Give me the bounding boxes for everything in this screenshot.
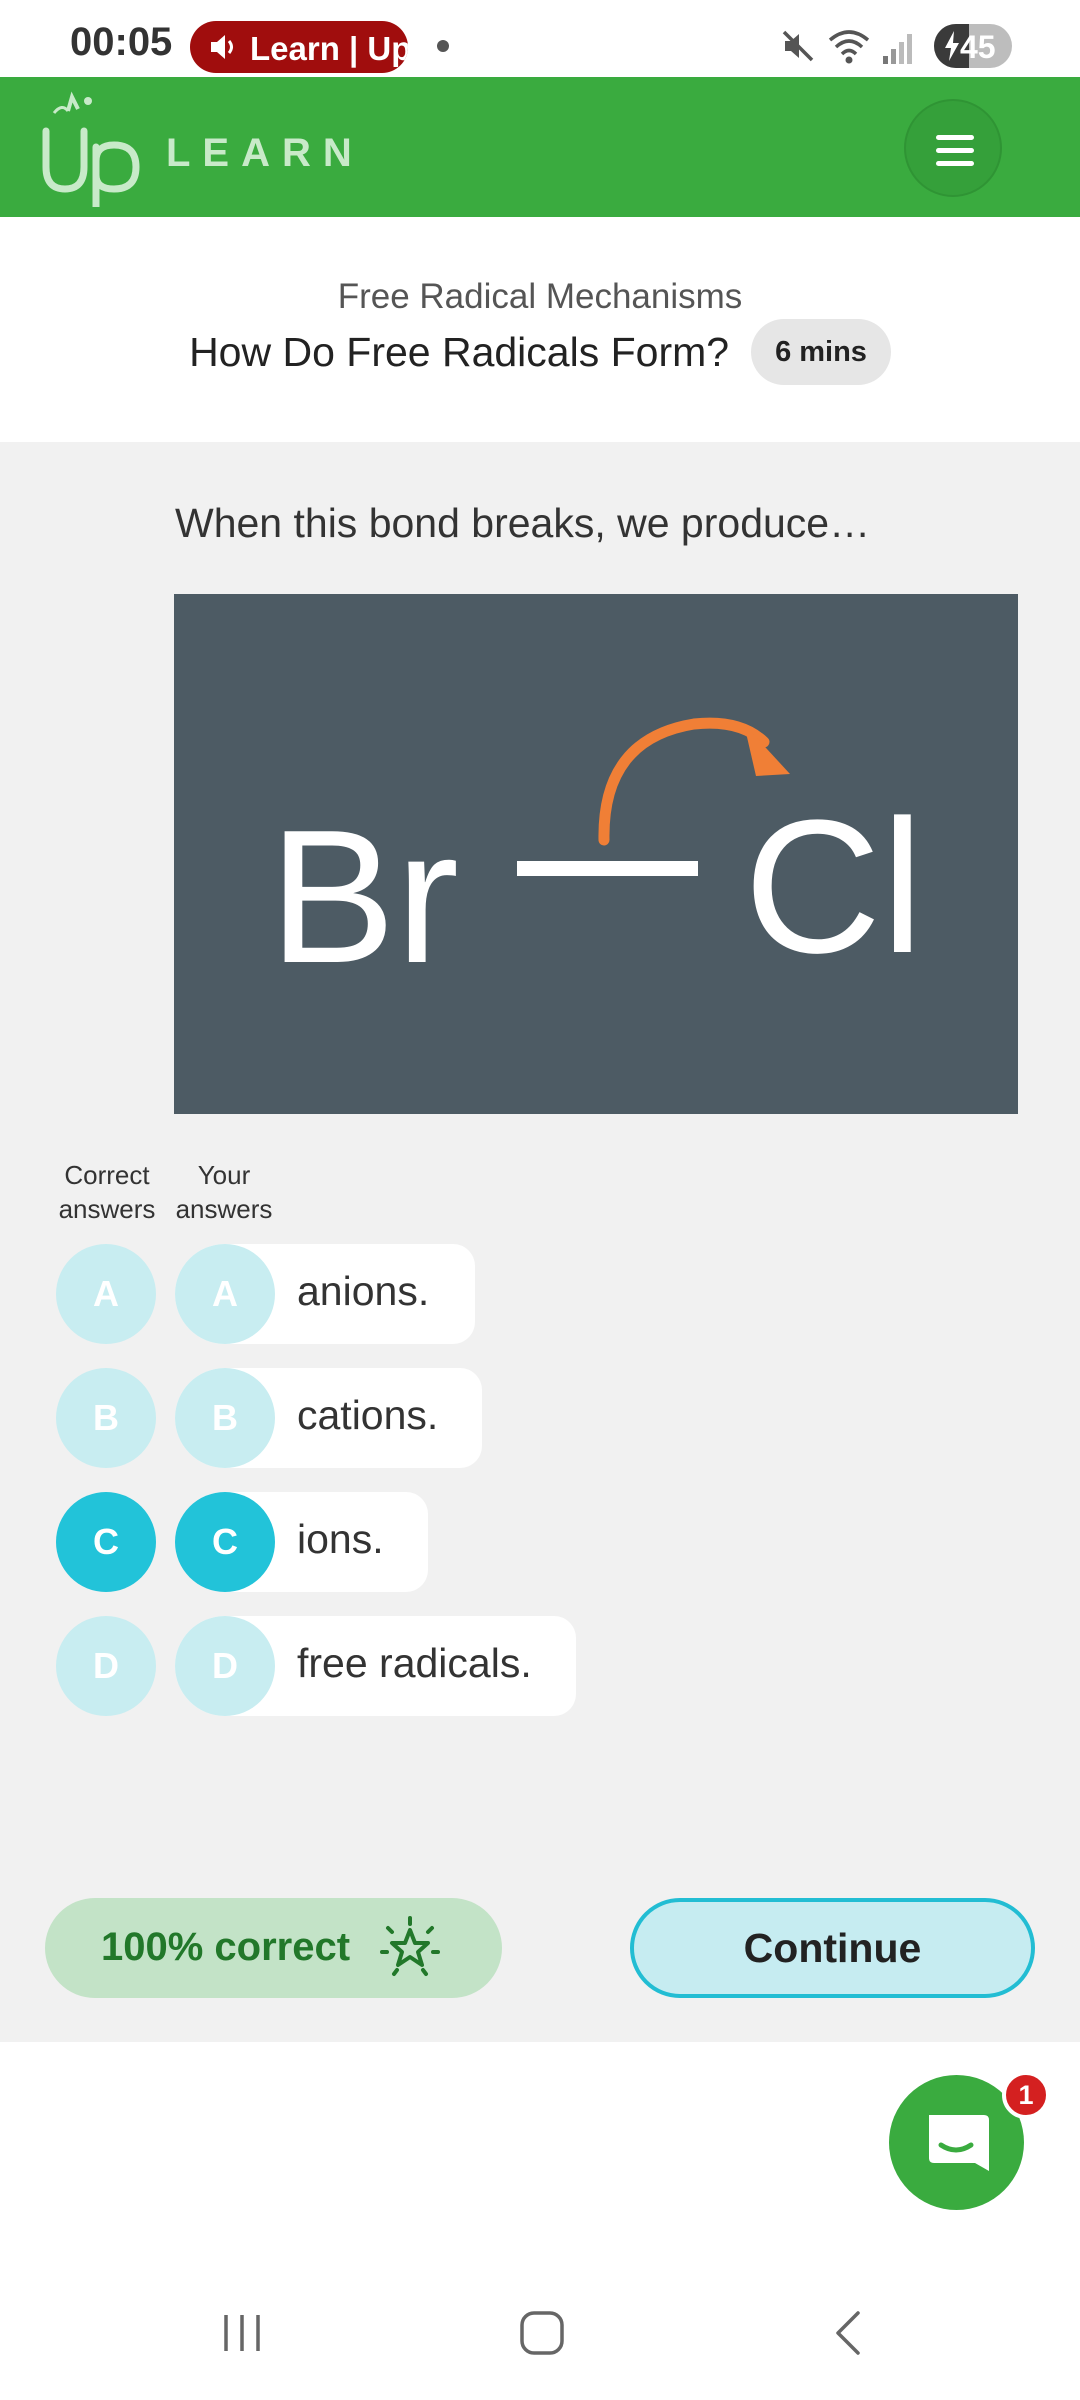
lesson-subtitle: Free Radical Mechanisms <box>337 277 743 316</box>
logo-word: LEARN <box>166 131 364 175</box>
answer-text-d: free radicals. <box>297 1640 532 1686</box>
speaker-icon <box>211 35 233 59</box>
score-badge: 100% correct <box>45 1898 502 1998</box>
uplearn-logo[interactable]: Up LEARN <box>40 89 380 211</box>
bond-diagram: Br Cl <box>269 717 923 1003</box>
your-answers-header: Your answers <box>175 1160 273 1224</box>
correct-marker-a: A <box>56 1244 156 1344</box>
answer-option-a: A A anions. <box>0 1244 1080 1344</box>
score-label: 100% correct <box>101 1925 351 1969</box>
wifi-icon <box>828 30 870 64</box>
back-icon[interactable] <box>826 2309 874 2357</box>
lesson-header: Free Radical Mechanisms How Do Free Radi… <box>0 217 1080 442</box>
menu-button[interactable] <box>904 99 1002 197</box>
chat-unread-badge: 1 <box>1002 2071 1050 2119</box>
battery-charging-icon <box>945 31 959 61</box>
your-marker-b: B <box>175 1368 275 1468</box>
right-atom-label: Cl <box>744 781 923 993</box>
system-nav-bar <box>0 2265 1080 2400</box>
question-area: When this bond breaks, we produce… Br Cl… <box>0 442 1080 2042</box>
your-marker-d: D <box>175 1616 275 1716</box>
notification-dot <box>437 40 449 52</box>
your-marker-a: A <box>175 1244 275 1344</box>
left-atom-label: Br <box>269 791 459 1003</box>
answer-option-c: C C ions. <box>0 1492 1080 1592</box>
bond-line <box>517 861 698 876</box>
signal-icon <box>883 34 912 64</box>
logo-prefix-text: Up <box>40 89 41 90</box>
mute-icon <box>782 30 814 62</box>
question-image: Br Cl <box>174 594 1018 1114</box>
status-bar: 00:05 Learn | Up 45 <box>0 0 1080 77</box>
status-icons <box>780 0 1080 77</box>
lesson-title: How Do Free Radicals Form? <box>189 328 730 375</box>
answer-choice-c[interactable]: C ions. <box>175 1492 428 1592</box>
status-time: 00:05 <box>70 20 173 64</box>
star-burst-icon <box>380 1916 440 1976</box>
answer-text-c: ions. <box>297 1516 384 1562</box>
correct-answers-header: Correct answers <box>58 1160 156 1224</box>
your-marker-c: C <box>175 1492 275 1592</box>
continue-button[interactable]: Continue <box>630 1898 1035 1998</box>
correct-marker-d: D <box>56 1616 156 1716</box>
question-prompt: When this bond breaks, we produce… <box>175 500 871 546</box>
media-pill-label: Learn | Up <box>250 30 408 67</box>
answer-choice-d[interactable]: D free radicals. <box>175 1616 576 1716</box>
app-header: Up LEARN <box>0 77 1080 217</box>
media-pill[interactable]: Learn | Up <box>190 21 408 73</box>
correct-marker-b: B <box>56 1368 156 1468</box>
answer-text-a: anions. <box>297 1268 430 1314</box>
duration-badge: 6 mins <box>751 319 891 385</box>
answer-option-b: B B cations. <box>0 1368 1080 1468</box>
answer-choice-a[interactable]: A anions. <box>175 1244 475 1344</box>
answer-choice-b[interactable]: B cations. <box>175 1368 482 1468</box>
hamburger-menu-icon <box>936 135 974 140</box>
answer-option-d: D D free radicals. <box>0 1616 1080 1716</box>
answer-text-b: cations. <box>297 1392 439 1438</box>
correct-marker-c: C <box>56 1492 156 1592</box>
home-icon[interactable] <box>518 2309 566 2357</box>
battery-indicator: 45 <box>934 24 1012 68</box>
recent-apps-icon[interactable] <box>218 2309 266 2357</box>
battery-level: 45 <box>960 29 996 65</box>
